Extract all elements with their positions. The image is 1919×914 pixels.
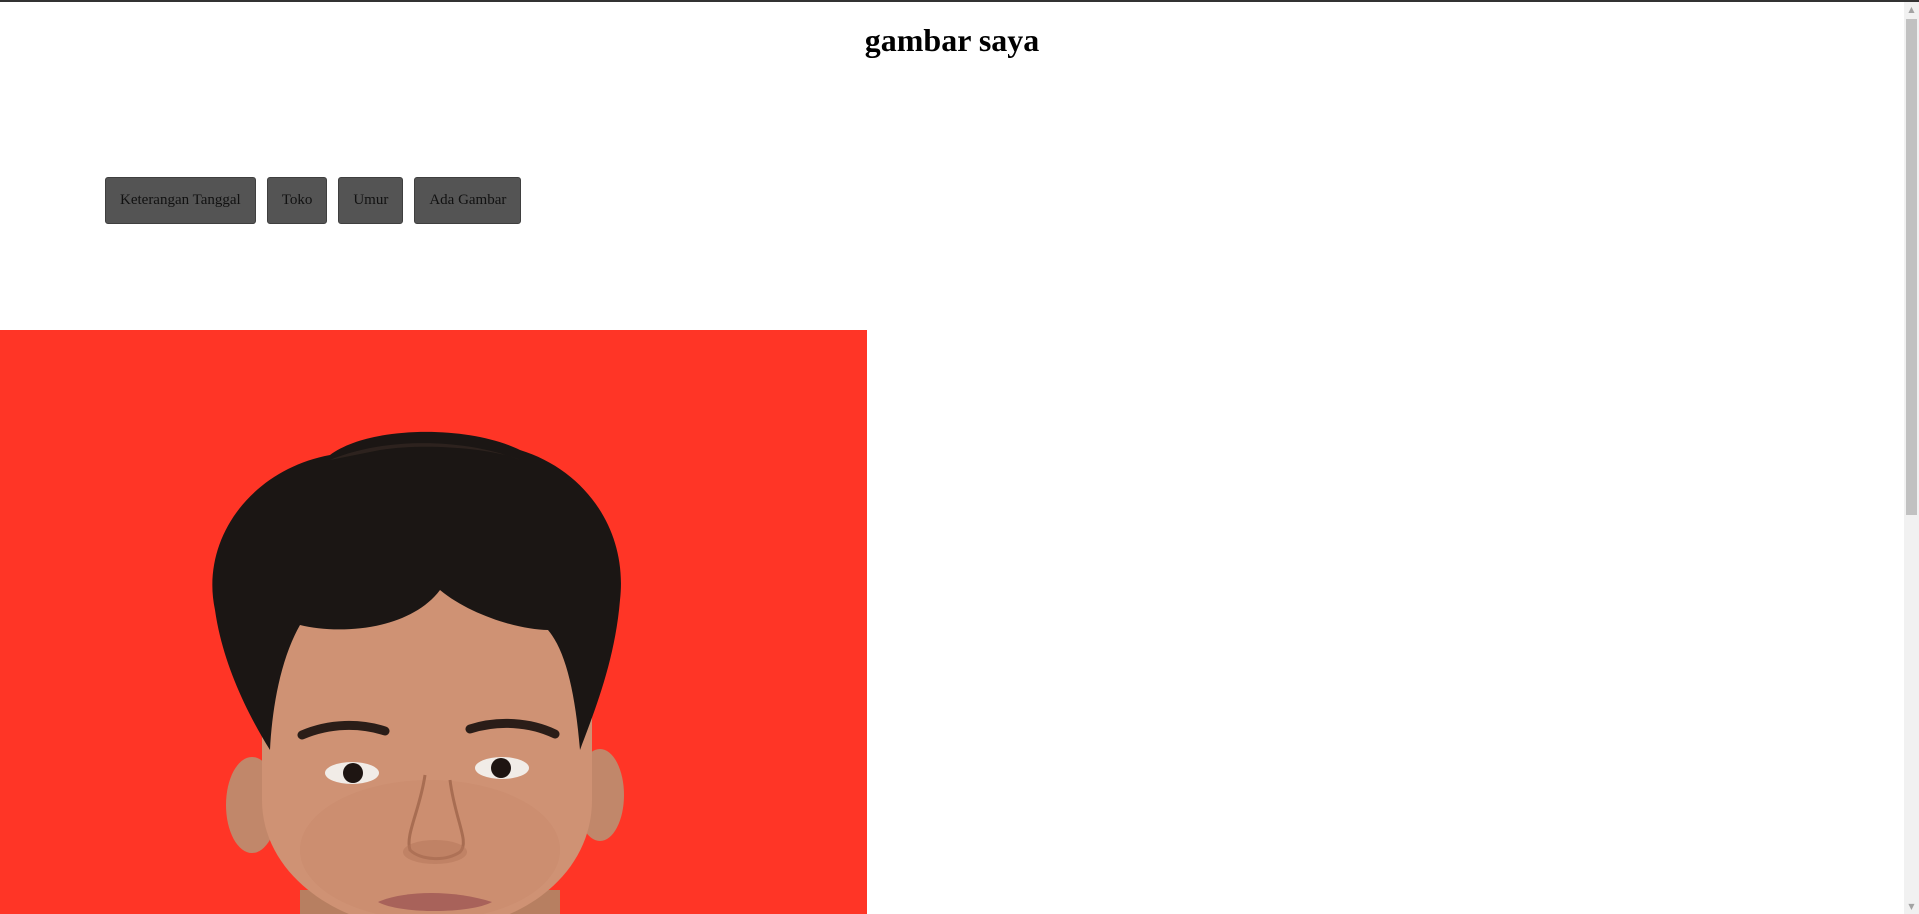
profile-photo (0, 330, 867, 914)
nav-button-toko[interactable]: Toko (266, 177, 328, 224)
nav-button-keterangan-tanggal[interactable]: Keterangan Tanggal (105, 177, 256, 224)
nav-bar: Keterangan Tanggal Toko Umur Ada Gambar (105, 177, 522, 224)
scrollbar-thumb[interactable] (1906, 19, 1917, 515)
page-body: gambar saya Keterangan Tanggal Toko Umur… (0, 2, 1904, 914)
nav-button-umur[interactable]: Umur (338, 177, 404, 224)
page-title: gambar saya (864, 22, 1040, 58)
scroll-up-arrow-icon[interactable]: ▲ (1904, 2, 1919, 17)
nav-button-ada-gambar[interactable]: Ada Gambar (414, 177, 522, 224)
vertical-scrollbar[interactable]: ▲ ▼ (1904, 2, 1919, 914)
scroll-down-arrow-icon[interactable]: ▼ (1904, 899, 1919, 914)
